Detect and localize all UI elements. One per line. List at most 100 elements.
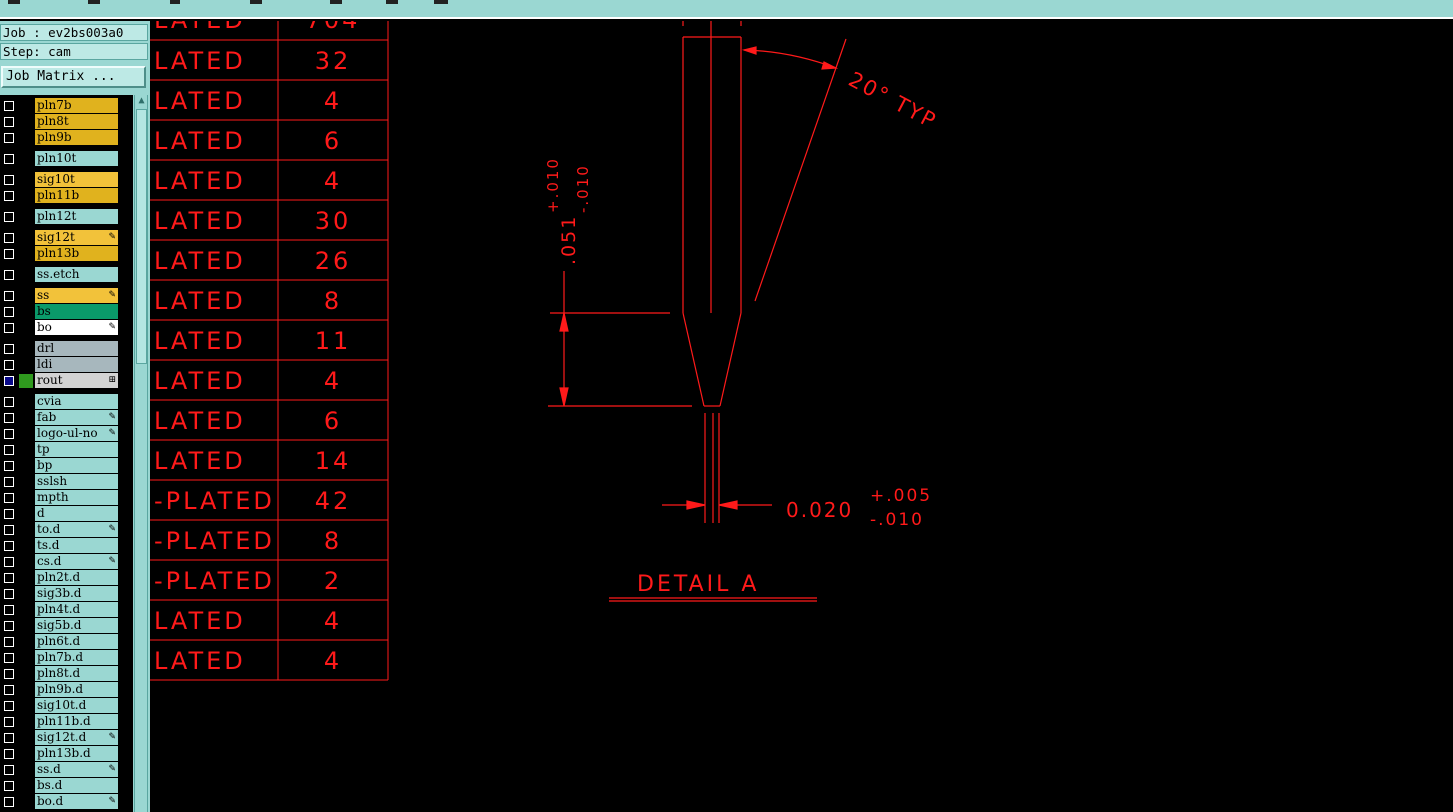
layer-row-pln12t[interactable]: pln12t (0, 209, 120, 225)
layer-row-ss.etch[interactable]: ss.etch (0, 267, 120, 283)
layer-name[interactable]: rout ⊞ (35, 373, 118, 388)
layer-row-d[interactable]: d (0, 506, 120, 522)
toolbar-icon[interactable] (434, 0, 448, 4)
layer-checkbox[interactable] (4, 733, 14, 743)
layer-row-pln7b.d[interactable]: pln7b.d (0, 650, 120, 666)
layer-name[interactable]: tp (35, 442, 118, 457)
layer-name[interactable]: to.d ✎ (35, 522, 118, 537)
layer-checkbox[interactable] (4, 429, 14, 439)
layer-row-pln9b[interactable]: pln9b (0, 130, 120, 146)
layer-name[interactable]: pln2t.d (35, 570, 118, 585)
layer-row-to.d[interactable]: to.d ✎ (0, 522, 120, 538)
layer-checkbox[interactable] (4, 589, 14, 599)
layer-row-pln8t.d[interactable]: pln8t.d (0, 666, 120, 682)
toolbar-icon[interactable] (8, 0, 20, 4)
layer-row-ss.d[interactable]: ss.d ✎ (0, 762, 120, 778)
layer-name[interactable]: bp (35, 458, 118, 473)
layer-checkbox[interactable] (4, 605, 14, 615)
layer-name[interactable]: cvia (35, 394, 118, 409)
layer-row-pln13b[interactable]: pln13b (0, 246, 120, 262)
layer-name[interactable]: sig12t.d ✎ (35, 730, 118, 745)
layer-name[interactable]: pln6t.d (35, 634, 118, 649)
layer-row-bs.d[interactable]: bs.d (0, 778, 120, 794)
layer-checkbox[interactable] (4, 621, 14, 631)
layer-checkbox[interactable] (4, 509, 14, 519)
layer-checkbox[interactable] (4, 270, 14, 280)
scrollbar-thumb[interactable] (136, 109, 147, 364)
toolbar-icon[interactable] (88, 0, 100, 4)
layer-name[interactable]: fab ✎ (35, 410, 118, 425)
layer-checkbox[interactable] (4, 101, 14, 111)
layer-checkbox[interactable] (4, 154, 14, 164)
layer-row-mpth[interactable]: mpth (0, 490, 120, 506)
affected-layer-marker[interactable] (19, 374, 33, 388)
layer-row-ldi[interactable]: ldi (0, 357, 120, 373)
layer-row-pln2t.d[interactable]: pln2t.d (0, 570, 120, 586)
layer-checkbox[interactable] (4, 249, 14, 259)
layer-checkbox[interactable] (4, 175, 14, 185)
layer-checkbox[interactable] (4, 461, 14, 471)
layer-checkbox[interactable] (4, 541, 14, 551)
layer-list-scrollbar[interactable]: ▲ (134, 95, 148, 812)
layer-name[interactable]: pln9b (35, 130, 118, 145)
layer-checkbox[interactable] (4, 717, 14, 727)
layer-checkbox[interactable] (4, 749, 14, 759)
layer-row-pln10t[interactable]: pln10t (0, 151, 120, 167)
layer-row-ts.d[interactable]: ts.d (0, 538, 120, 554)
layer-checkbox[interactable] (4, 397, 14, 407)
layer-row-pln11b[interactable]: pln11b (0, 188, 120, 204)
layer-row-cs.d[interactable]: cs.d ✎ (0, 554, 120, 570)
layer-name[interactable]: mpth (35, 490, 118, 505)
layer-name[interactable]: pln12t (35, 209, 118, 224)
layer-checkbox[interactable] (4, 376, 14, 386)
layer-row-sslsh[interactable]: sslsh (0, 474, 120, 490)
layer-checkbox[interactable] (4, 557, 14, 567)
layer-checkbox[interactable] (4, 781, 14, 791)
layer-name[interactable]: bo.d ✎ (35, 794, 118, 809)
layer-name[interactable]: drl (35, 341, 118, 356)
toolbar-icon[interactable] (250, 0, 262, 4)
toolbar-icon[interactable] (330, 0, 342, 4)
layer-name[interactable]: ss.etch (35, 267, 118, 282)
layer-checkbox[interactable] (4, 233, 14, 243)
layer-name[interactable]: bo ✎ (35, 320, 118, 335)
job-matrix-button[interactable]: Job Matrix ... (1, 66, 146, 88)
layer-row-pln7b[interactable]: pln7b (0, 98, 120, 114)
layer-checkbox[interactable] (4, 573, 14, 583)
layer-row-pln6t.d[interactable]: pln6t.d (0, 634, 120, 650)
layer-row-pln9b.d[interactable]: pln9b.d (0, 682, 120, 698)
layer-checkbox[interactable] (4, 191, 14, 201)
layer-name[interactable]: logo-ul-no ✎ (35, 426, 118, 441)
layer-row-sig3b.d[interactable]: sig3b.d (0, 586, 120, 602)
layer-checkbox[interactable] (4, 797, 14, 807)
layer-row-pln11b.d[interactable]: pln11b.d (0, 714, 120, 730)
scroll-up-arrow-icon[interactable]: ▲ (136, 95, 147, 107)
layer-checkbox[interactable] (4, 344, 14, 354)
layer-name[interactable]: pln11b (35, 188, 118, 203)
layer-row-bp[interactable]: bp (0, 458, 120, 474)
toolbar-icon[interactable] (170, 0, 180, 4)
layer-checkbox[interactable] (4, 653, 14, 663)
layer-row-pln8t[interactable]: pln8t (0, 114, 120, 130)
layer-name[interactable]: sig3b.d (35, 586, 118, 601)
layer-checkbox[interactable] (4, 291, 14, 301)
layer-checkbox[interactable] (4, 413, 14, 423)
layer-name[interactable]: pln10t (35, 151, 118, 166)
layer-checkbox[interactable] (4, 525, 14, 535)
layer-row-sig12t[interactable]: sig12t ✎ (0, 230, 120, 246)
layer-name[interactable]: pln13b.d (35, 746, 118, 761)
layer-name[interactable]: pln8t (35, 114, 118, 129)
layer-name[interactable]: pln8t.d (35, 666, 118, 681)
layer-row-bo.d[interactable]: bo.d ✎ (0, 794, 120, 810)
layer-checkbox[interactable] (4, 212, 14, 222)
layer-name[interactable]: bs (35, 304, 118, 319)
layer-row-pln4t.d[interactable]: pln4t.d (0, 602, 120, 618)
layer-checkbox[interactable] (4, 765, 14, 775)
layer-checkbox[interactable] (4, 685, 14, 695)
layer-name[interactable]: sslsh (35, 474, 118, 489)
layer-row-cvia[interactable]: cvia (0, 394, 120, 410)
layer-row-logo-ul-no[interactable]: logo-ul-no ✎ (0, 426, 120, 442)
layer-checkbox[interactable] (4, 133, 14, 143)
layer-name[interactable]: ldi (35, 357, 118, 372)
layer-name[interactable]: pln9b.d (35, 682, 118, 697)
